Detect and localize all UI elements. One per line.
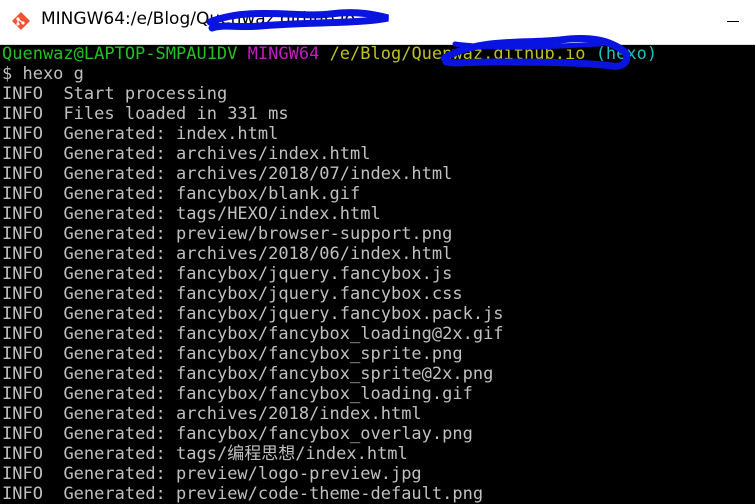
log-level: INFO: [2, 284, 43, 304]
log-message: Generated: preview/code-theme-default.pn…: [63, 484, 484, 504]
log-level: INFO: [2, 84, 43, 104]
log-line: INFO Generated: fancybox/fancybox_sprite…: [2, 344, 463, 364]
title-bar: MINGW64:/e/Blog/Quenwaz.github.io: [0, 0, 755, 45]
log-message: Generated: fancybox/fancybox_sprite@2x.p…: [63, 364, 494, 384]
log-level: INFO: [2, 464, 43, 484]
log-line: INFO Generated: tags/编程思想/index.html: [2, 444, 408, 464]
log-line: INFO Generated: archives/index.html: [2, 144, 370, 164]
log-message: Generated: fancybox/jquery.fancybox.pack…: [63, 304, 504, 324]
log-line: INFO Generated: archives/2018/07/index.h…: [2, 164, 452, 184]
prompt-env: MINGW64: [247, 44, 320, 64]
log-message: Start processing: [63, 84, 228, 104]
log-message: Generated: preview/browser-support.png: [63, 224, 453, 244]
log-message: Generated: preview/logo-preview.jpg: [63, 464, 422, 484]
log-message: Generated: fancybox/fancybox_loading@2x.…: [63, 324, 504, 344]
log-level: INFO: [2, 484, 43, 504]
log-level: INFO: [2, 144, 43, 164]
log-line: INFO Generated: fancybox/fancybox_loadin…: [2, 324, 504, 344]
log-level: INFO: [2, 384, 43, 404]
log-message: Generated: archives/2018/06/index.html: [63, 244, 453, 264]
log-line: INFO Generated: fancybox/jquery.fancybox…: [2, 284, 463, 304]
log-message: Generated: archives/2018/index.html: [63, 404, 422, 424]
log-level: INFO: [2, 264, 43, 284]
log-level: INFO: [2, 324, 43, 344]
log-level: INFO: [2, 404, 43, 424]
log-message: Generated: tags/编程思想/index.html: [63, 444, 408, 464]
prompt-line: Quenwaz@LAPTOP-SMPAU1DV MINGW64 /e/Blog/…: [2, 44, 657, 64]
log-level: INFO: [2, 304, 43, 324]
log-level: INFO: [2, 124, 43, 144]
log-line: INFO Generated: tags/HEXO/index.html: [2, 204, 381, 224]
log-level: INFO: [2, 164, 43, 184]
log-level: INFO: [2, 364, 43, 384]
log-message: Generated: index.html: [63, 124, 279, 144]
command-line: $ hexo g: [2, 64, 84, 84]
log-level: INFO: [2, 184, 43, 204]
log-line: INFO Generated: index.html: [2, 124, 278, 144]
log-line: INFO Generated: fancybox/jquery.fancybox…: [2, 304, 504, 324]
log-line: INFO Generated: fancybox/fancybox_sprite…: [2, 364, 493, 384]
log-line: INFO Generated: fancybox/blank.gif: [2, 184, 360, 204]
log-level: INFO: [2, 344, 43, 364]
log-line: INFO Start processing: [2, 84, 227, 104]
log-message: Files loaded in 331 ms: [63, 104, 289, 124]
log-line: INFO Generated: fancybox/fancybox_overla…: [2, 424, 473, 444]
log-message: Generated: archives/2018/07/index.html: [63, 164, 453, 184]
log-level: INFO: [2, 224, 43, 244]
window-title: MINGW64:/e/Blog/Quenwaz.github.io: [41, 9, 356, 29]
log-line: INFO Generated: archives/2018/index.html: [2, 404, 422, 424]
log-message: Generated: fancybox/fancybox_sprite.png: [63, 344, 463, 364]
prompt-branch: (hexo): [595, 44, 658, 64]
git-bash-icon: [12, 12, 30, 30]
log-line: INFO Generated: archives/2018/06/index.h…: [2, 244, 452, 264]
log-line: INFO Generated: preview/browser-support.…: [2, 224, 452, 244]
log-level: INFO: [2, 424, 43, 444]
terminal-output[interactable]: Quenwaz@LAPTOP-SMPAU1DV MINGW64 /e/Blog/…: [0, 44, 755, 504]
log-message: Generated: tags/HEXO/index.html: [63, 204, 381, 224]
log-message: Generated: fancybox/blank.gif: [63, 184, 361, 204]
log-line: INFO Generated: preview/logo-preview.jpg: [2, 464, 422, 484]
log-level: INFO: [2, 244, 43, 264]
log-line: INFO Generated: preview/code-theme-defau…: [2, 484, 483, 504]
log-line: INFO Files loaded in 331 ms: [2, 104, 289, 124]
log-message: Generated: fancybox/fancybox_overlay.png: [63, 424, 473, 444]
log-level: INFO: [2, 104, 43, 124]
log-line: INFO Generated: fancybox/jquery.fancybox…: [2, 264, 452, 284]
log-message: Generated: fancybox/fancybox_loading.gif: [63, 384, 473, 404]
log-message: Generated: fancybox/jquery.fancybox.css: [63, 284, 463, 304]
log-message: Generated: fancybox/jquery.fancybox.js: [63, 264, 453, 284]
prompt-path: /e/Blog/Quenwaz.github.io: [329, 44, 586, 64]
prompt-user-host: Quenwaz@LAPTOP-SMPAU1DV: [2, 44, 238, 64]
log-line: INFO Generated: fancybox/fancybox_loadin…: [2, 384, 473, 404]
log-level: INFO: [2, 204, 43, 224]
minimize-button[interactable]: [712, 0, 755, 44]
log-level: INFO: [2, 444, 43, 464]
log-message: Generated: archives/index.html: [63, 144, 371, 164]
